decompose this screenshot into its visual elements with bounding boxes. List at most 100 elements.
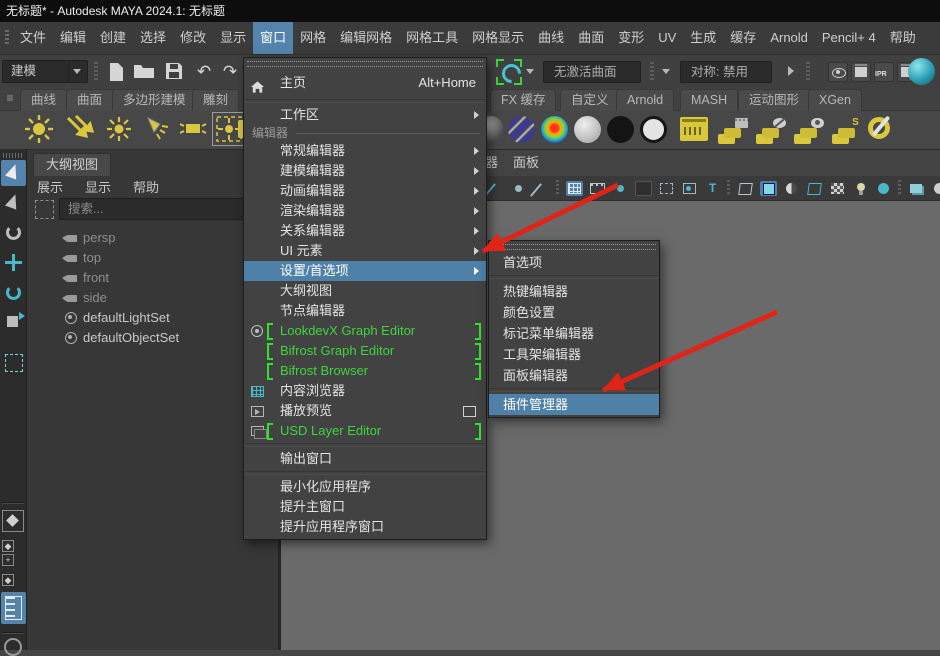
ambient-light-icon[interactable] — [24, 114, 54, 144]
menu-mesh-tools[interactable]: 网格工具 — [399, 22, 465, 54]
render-current-frame-button[interactable] — [851, 62, 871, 82]
gate-mask-icon[interactable] — [635, 181, 652, 196]
symmetry-options-arrow-icon[interactable] — [662, 69, 670, 74]
render-view-button[interactable] — [828, 62, 848, 82]
snap-options-arrow-icon[interactable] — [526, 69, 534, 74]
submenu-item-color-settings[interactable]: 颜色设置 — [489, 302, 659, 323]
menu-item-relationship-editors[interactable]: 关系编辑器 — [244, 221, 486, 241]
wireframe-cube-icon[interactable] — [737, 181, 754, 196]
outliner-item-side[interactable]: side — [27, 288, 278, 308]
textured-cube-icon[interactable] — [806, 181, 823, 196]
undo-button[interactable]: ↶ — [192, 60, 216, 84]
outliner-item-defaultlightset[interactable]: defaultLightSet — [27, 308, 278, 328]
area-light-icon[interactable] — [178, 114, 208, 144]
field-chart-icon[interactable] — [658, 181, 675, 196]
menu-item-animation-editors[interactable]: 动画编辑器 — [244, 181, 486, 201]
resolution-gate-icon[interactable] — [612, 181, 629, 196]
lasso-select-tool-button[interactable] — [1, 190, 26, 216]
submenu-item-marking-menu-editor[interactable]: 标记菜单编辑器 — [489, 323, 659, 344]
last-tool-button[interactable] — [1, 350, 26, 376]
outliner-filter-icon[interactable] — [35, 200, 54, 219]
shelf-tab-poly-modeling[interactable]: 多边形建模 — [112, 89, 197, 111]
menu-item-modeling-editors[interactable]: 建模编辑器 — [244, 161, 486, 181]
shelf-menu-icon[interactable]: ≡ — [2, 90, 18, 106]
menu-item-bifrost-browser[interactable]: Bifrost Browser — [244, 361, 486, 381]
outliner-item-top[interactable]: top — [27, 248, 278, 268]
menu-uv[interactable]: UV — [651, 22, 683, 54]
menu-deform[interactable]: 变形 — [611, 22, 651, 54]
menu-surfaces[interactable]: 曲面 — [571, 22, 611, 54]
select-tool-button[interactable] — [1, 160, 26, 186]
menu-pencil4[interactable]: Pencil+ 4 — [815, 22, 883, 54]
menu-item-home[interactable]: 主页 Alt+Home — [244, 69, 486, 97]
menu-item-rendering-editors[interactable]: 渲染编辑器 — [244, 201, 486, 221]
workspace-selector[interactable]: 建模 — [2, 60, 88, 83]
menu-tearoff-handle[interactable] — [247, 61, 483, 67]
submenu-item-panel-editor[interactable]: 面板编辑器 — [489, 365, 659, 386]
layout-four-view-button[interactable] — [2, 510, 24, 532]
pencil-icon[interactable] — [533, 181, 550, 196]
menu-item-bifrost-graph[interactable]: Bifrost Graph Editor — [244, 341, 486, 361]
mash-network-s-icon[interactable]: S — [832, 118, 862, 144]
layout-mini-button-b[interactable]: + — [2, 554, 14, 566]
light-bulb-icon[interactable] — [852, 181, 869, 196]
half-shade-icon[interactable] — [783, 181, 800, 196]
workspace-dropdown-arrow-icon[interactable] — [68, 61, 87, 82]
shaded-sphere-icon[interactable] — [875, 181, 892, 196]
scale-tool-button[interactable] — [1, 310, 26, 336]
shelf-tab-curves[interactable]: 曲线 — [20, 89, 67, 111]
mash-network-visibility-icon[interactable] — [794, 118, 824, 144]
directional-light-icon[interactable] — [64, 114, 94, 144]
point-light-icon[interactable] — [104, 114, 134, 144]
mash-network-disable-icon[interactable] — [756, 118, 786, 144]
pan-zoom-icon[interactable] — [510, 181, 527, 196]
shading-map-material-icon[interactable] — [640, 116, 667, 143]
mash-network-film-icon[interactable] — [718, 118, 748, 144]
toolbox-grip-icon[interactable] — [3, 153, 23, 158]
menu-item-outliner[interactable]: 大纲视图 — [244, 281, 486, 301]
shelf-tab-motion-graphics[interactable]: 运动图形 — [738, 89, 810, 111]
menu-select[interactable]: 选择 — [133, 22, 173, 54]
snap-toggle-button[interactable] — [498, 61, 520, 83]
shelf-tab-arnold[interactable]: Arnold — [616, 89, 674, 111]
outliner-search-input[interactable] — [59, 198, 269, 220]
safe-title-icon[interactable]: T — [704, 181, 721, 196]
menu-item-settings-preferences[interactable]: 设置/首选项 — [244, 261, 486, 281]
menu-modify[interactable]: 修改 — [173, 22, 213, 54]
menu-item-node-editor[interactable]: 节点编辑器 — [244, 301, 486, 321]
grid-toggle-icon[interactable] — [566, 181, 583, 196]
shelf-tab-sculpt[interactable]: 雕刻 — [192, 89, 239, 111]
lambert-material-icon[interactable] — [574, 116, 601, 143]
paint-select-tool-button[interactable] — [1, 220, 26, 246]
active-surface-field[interactable]: 无激活曲面 — [543, 61, 641, 83]
menubar-grip-icon[interactable] — [5, 30, 9, 46]
safe-action-icon[interactable] — [681, 181, 698, 196]
menu-display[interactable]: 显示 — [213, 22, 253, 54]
layout-mini-button-c[interactable]: ◆ — [2, 574, 14, 586]
menu-curves[interactable]: 曲线 — [531, 22, 571, 54]
menu-item-usd-layer-editor[interactable]: USD Layer Editor — [244, 421, 486, 441]
menu-item-ui-elements[interactable]: UI 元素 — [244, 241, 486, 261]
save-scene-button[interactable] — [162, 60, 186, 84]
film-gate-icon[interactable] — [589, 181, 606, 196]
checker-icon[interactable] — [829, 181, 846, 196]
mash-waveform-node-icon[interactable] — [680, 117, 708, 141]
shelf-tab-fx-cache[interactable]: FX 缓存 — [490, 89, 556, 111]
menu-item-general-editors[interactable]: 常规编辑器 — [244, 141, 486, 161]
move-tool-button[interactable] — [1, 250, 26, 276]
outliner-tab[interactable]: 大纲视图 — [33, 153, 111, 176]
option-box-icon[interactable] — [463, 406, 476, 417]
menu-item-workspace[interactable]: 工作区 — [244, 105, 486, 125]
layout-mini-button-a[interactable]: ◆ — [2, 540, 14, 552]
statusline-grip-icon[interactable] — [94, 62, 98, 82]
menu-item-content-browser[interactable]: 内容浏览器 — [244, 381, 486, 401]
outliner-menu-help[interactable]: 帮助 — [133, 178, 159, 198]
submenu-item-shelf-editor[interactable]: 工具架编辑器 — [489, 344, 659, 365]
menu-edit[interactable]: 编辑 — [53, 22, 93, 54]
outliner-item-persp[interactable]: persp — [27, 228, 278, 248]
outliner-item-front[interactable]: front — [27, 268, 278, 288]
outliner-menu-display[interactable]: 展示 — [37, 178, 63, 198]
material-preview-sphere-icon[interactable] — [908, 58, 935, 85]
ramp-material-icon[interactable] — [541, 116, 568, 143]
rotate-tool-button[interactable] — [1, 280, 26, 306]
